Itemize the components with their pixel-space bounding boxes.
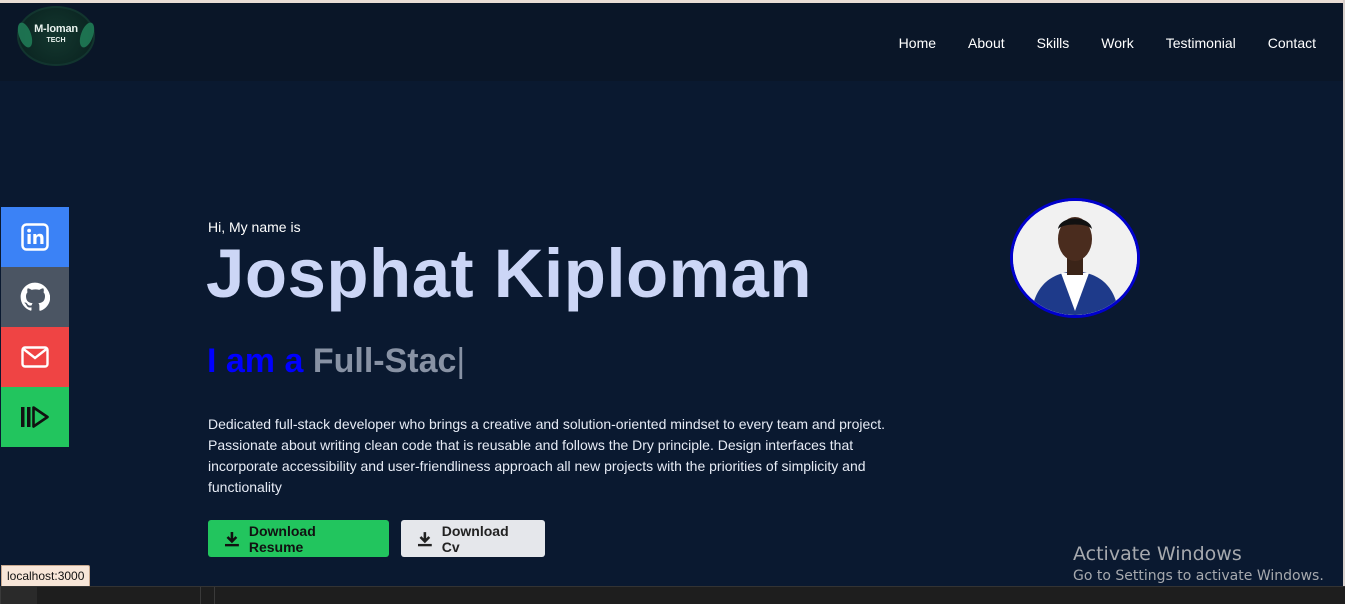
logo[interactable]: M-loman TECH [14, 6, 98, 66]
profile-avatar [1010, 198, 1140, 318]
role-typed: Full-Stac [312, 342, 457, 380]
nav-testimonial[interactable]: Testimonial [1166, 35, 1236, 51]
logo-brand-sub: TECH [46, 37, 66, 44]
download-icon [224, 531, 239, 546]
download-resume-label: Download Resume [248, 522, 316, 555]
nav-work[interactable]: Work [1101, 35, 1133, 51]
download-cv-button[interactable]: Download Cv [401, 520, 545, 557]
github-link[interactable] [1, 267, 69, 327]
resume-link[interactable] [1, 387, 69, 447]
role-line: I am a Full-Stac| [207, 342, 465, 381]
mail-link[interactable] [1, 327, 69, 387]
linkedin-link[interactable] [1, 207, 69, 267]
github-icon [20, 282, 50, 311]
hero-name: Josphat Kiploman [206, 235, 813, 312]
nav-about[interactable]: About [968, 35, 1005, 51]
nav-skills[interactable]: Skills [1037, 35, 1070, 51]
taskbar-strip [0, 586, 1345, 604]
taskbar-segment [0, 587, 37, 604]
nav-home[interactable]: Home [899, 35, 936, 51]
download-cv-label: Download Cv [441, 522, 509, 555]
linkedin-icon [21, 223, 49, 251]
profile-photo [1013, 201, 1137, 315]
download-icon [417, 531, 432, 546]
role-prefix: I am a [207, 342, 304, 380]
taskbar-divider [214, 587, 215, 604]
social-sidebar [1, 207, 69, 447]
taskbar-divider [200, 587, 201, 604]
logo-brand-name: M-loman [34, 23, 78, 35]
mail-icon [21, 346, 49, 368]
download-resume-button[interactable]: Download Resume [208, 520, 389, 557]
greeting: Hi, My name is [208, 219, 301, 235]
nav-contact[interactable]: Contact [1268, 35, 1316, 51]
activation-subtitle: Go to Settings to activate Windows. [1073, 568, 1324, 584]
main-nav: Home About Skills Work Testimonial Conta… [899, 35, 1316, 51]
windows-activation-watermark: Activate Windows Go to Settings to activ… [1073, 543, 1324, 584]
resume-icon [21, 406, 49, 428]
status-url-tooltip: localhost:3000 [1, 565, 91, 587]
site-header: M-loman TECH Home About Skills Work Test… [0, 3, 1343, 81]
activation-title: Activate Windows [1073, 543, 1242, 565]
typing-cursor: | [456, 342, 466, 380]
hero-bio: Dedicated full-stack developer who bring… [208, 416, 886, 495]
